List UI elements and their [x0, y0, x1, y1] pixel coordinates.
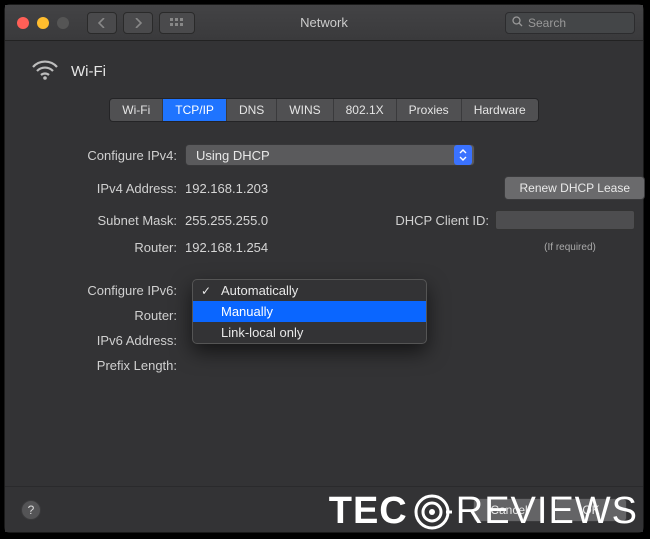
option-label: Link-local only	[221, 325, 303, 340]
search-input[interactable]	[528, 16, 628, 30]
if-required-label: (If required)	[544, 242, 596, 253]
toolbar-nav	[87, 12, 195, 34]
cancel-button[interactable]: Cancel	[473, 498, 545, 522]
show-all-button[interactable]	[159, 12, 195, 34]
ipv4-address-label: IPv4 Address:	[25, 181, 185, 196]
tab-tcpip[interactable]: TCP/IP	[163, 99, 227, 121]
tab-proxies[interactable]: Proxies	[397, 99, 462, 121]
configure-ipv6-dropdown[interactable]: ✓ Automatically Manually Link-local only	[192, 279, 427, 344]
configure-ipv4-label: Configure IPv4:	[25, 148, 185, 163]
checkmark-icon: ✓	[201, 284, 213, 298]
pane-body: Wi-Fi Wi-FiTCP/IPDNSWINS802.1XProxiesHar…	[5, 41, 643, 389]
ipv6-section: Configure IPv6: Router: IPv6 Address: Pr…	[25, 283, 623, 373]
tab-8021x[interactable]: 802.1X	[334, 99, 397, 121]
ok-button[interactable]: OK	[555, 498, 627, 522]
dhcp-client-id-input[interactable]	[495, 210, 635, 230]
close-window-button[interactable]	[17, 17, 29, 29]
renew-dhcp-lease-button[interactable]: Renew DHCP Lease	[504, 176, 645, 200]
tabs: Wi-FiTCP/IPDNSWINS802.1XProxiesHardware	[25, 98, 623, 122]
prefix-length-label: Prefix Length:	[25, 358, 185, 373]
traffic-lights	[17, 17, 69, 29]
ipv6-option-automatically[interactable]: ✓ Automatically	[193, 280, 426, 301]
minimize-window-button[interactable]	[37, 17, 49, 29]
zoom-window-button[interactable]	[57, 17, 69, 29]
footer: ? Cancel OK	[5, 486, 643, 532]
help-button[interactable]: ?	[21, 500, 41, 520]
configure-ipv6-label: Configure IPv6:	[25, 283, 185, 298]
subnet-mask-value: 255.255.255.0	[185, 213, 385, 228]
back-button[interactable]	[87, 12, 117, 34]
forward-button[interactable]	[123, 12, 153, 34]
tab-wifi[interactable]: Wi-Fi	[110, 99, 163, 121]
ipv4-router-value: 192.168.1.254	[185, 240, 385, 255]
ipv4-section: Configure IPv4: Using DHCP IPv4 Address:…	[25, 144, 623, 255]
network-preferences-window: Network Wi-Fi Wi-FiTCP/IPDNSWINS802.1XPr…	[4, 4, 644, 533]
titlebar: Network	[5, 5, 643, 41]
ipv6-address-label: IPv6 Address:	[25, 333, 185, 348]
ipv6-option-manually[interactable]: Manually	[193, 301, 426, 322]
subnet-mask-label: Subnet Mask:	[25, 213, 185, 228]
ipv4-router-label: Router:	[25, 240, 185, 255]
tab-wins[interactable]: WINS	[277, 99, 333, 121]
search-field[interactable]	[505, 12, 635, 34]
ipv6-router-label: Router:	[25, 308, 185, 323]
option-label: Automatically	[221, 283, 298, 298]
tab-hardware[interactable]: Hardware	[462, 99, 538, 121]
service-header: Wi-Fi	[31, 59, 623, 84]
ipv6-option-link-local-only[interactable]: Link-local only	[193, 322, 426, 343]
search-icon	[512, 16, 523, 30]
ipv4-address-value: 192.168.1.203	[185, 181, 385, 196]
service-name: Wi-Fi	[71, 63, 106, 80]
configure-ipv4-value: Using DHCP	[196, 148, 270, 163]
wifi-icon	[31, 59, 59, 84]
popup-arrows-icon	[454, 145, 472, 165]
tab-dns[interactable]: DNS	[227, 99, 277, 121]
configure-ipv4-popup[interactable]: Using DHCP	[185, 144, 475, 166]
dhcp-client-id-label: DHCP Client ID:	[385, 213, 495, 228]
option-label: Manually	[221, 304, 273, 319]
